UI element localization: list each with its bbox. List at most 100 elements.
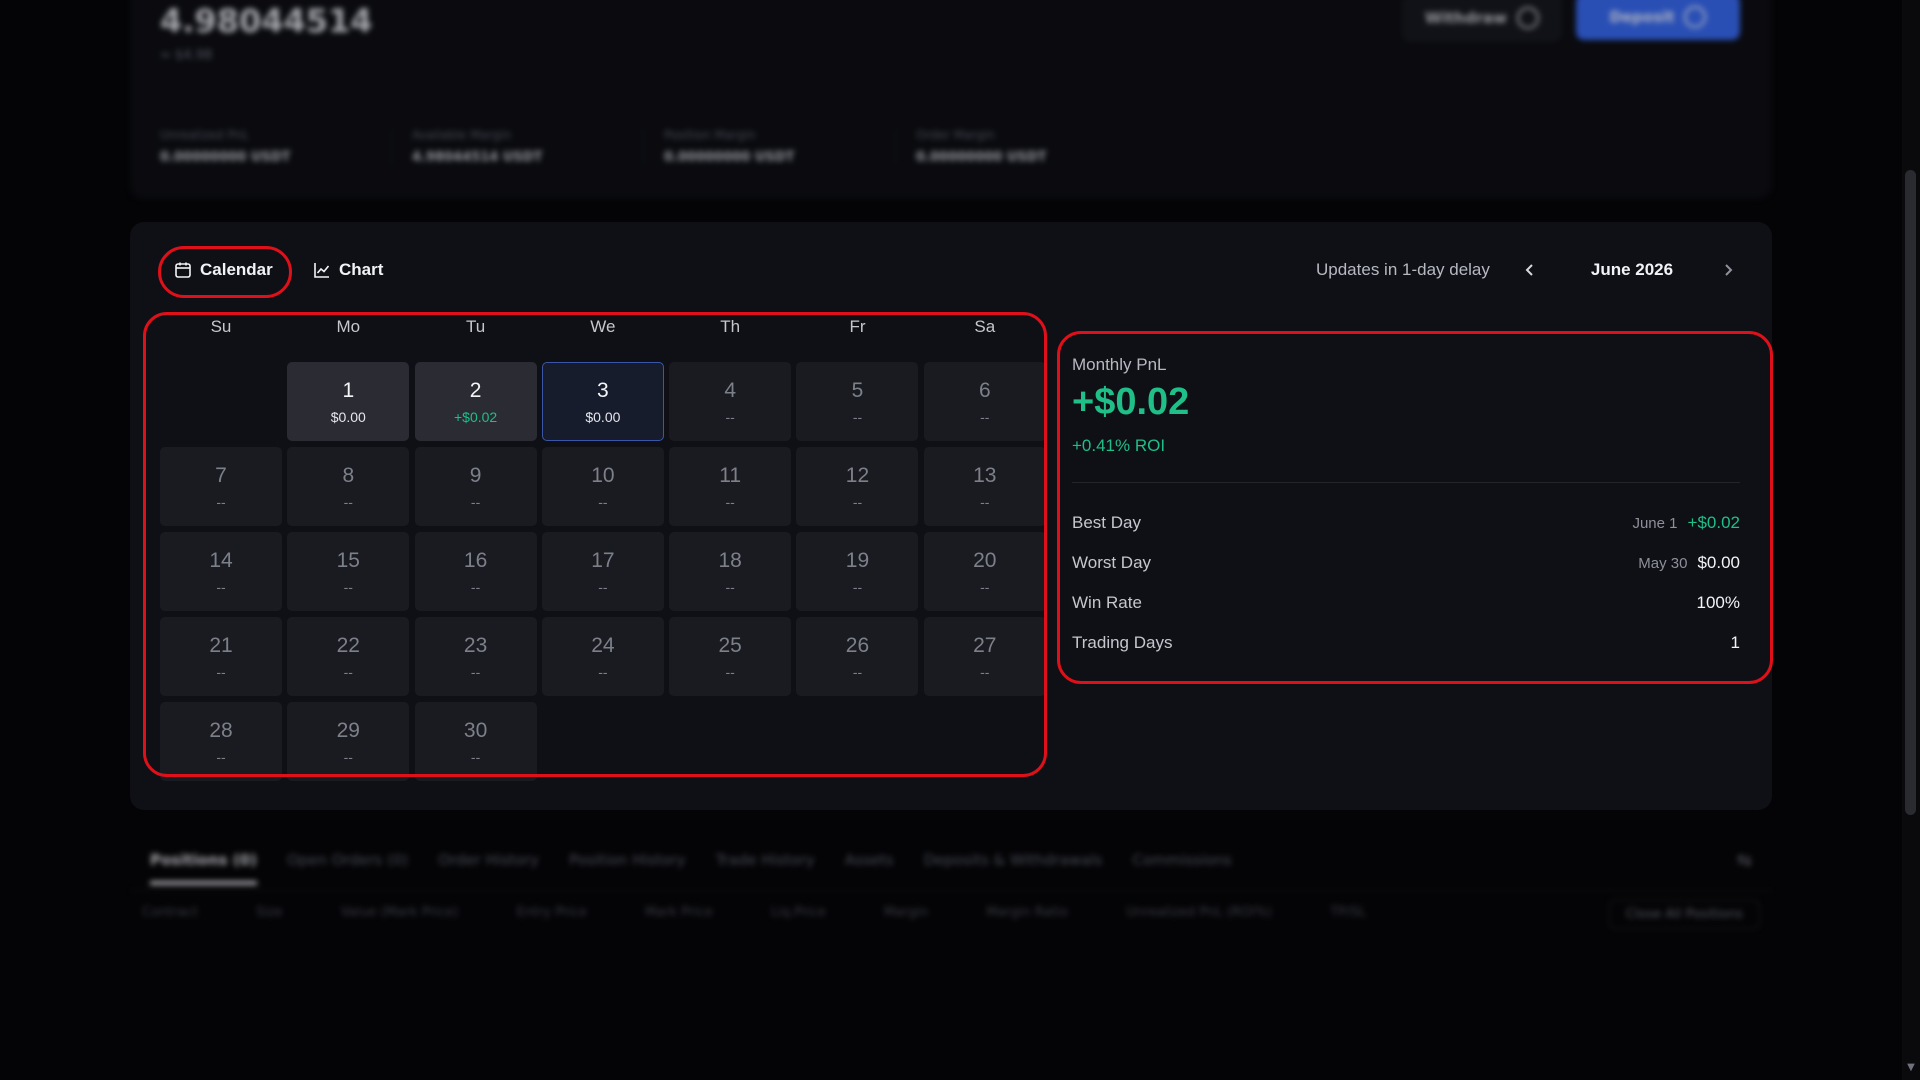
weekday-label: We <box>590 317 616 336</box>
calendar-day-number: 30 <box>463 718 488 742</box>
positions-tab[interactable]: Order History <box>438 851 539 869</box>
calendar-day-number: 19 <box>845 548 870 572</box>
pnl-panel: Calendar Chart Updates in 1-day delay Ju… <box>130 222 1772 810</box>
calendar-day[interactable]: 10 -- <box>541 447 664 526</box>
calendar-day[interactable]: 19 -- <box>796 532 919 611</box>
stat-value: 100% <box>1696 593 1740 612</box>
tab-chart[interactable]: Chart <box>313 250 383 290</box>
calendar-day-pnl: -- <box>852 408 863 425</box>
positions-tab[interactable]: Positions (0) <box>150 851 257 885</box>
calendar-day-number: 17 <box>591 548 615 572</box>
calendar-day-number: 13 <box>973 463 997 487</box>
calendar-day[interactable]: 3 $0.00 <box>541 362 664 441</box>
metric-label: Position Margin <box>664 128 756 142</box>
metric-available-margin: Available Margin 4.98044514 USDT <box>412 128 644 165</box>
weekday-label: Fr <box>849 317 866 336</box>
calendar-day-pnl: -- <box>216 493 226 510</box>
positions-column-header: Value (Mark Price) <box>340 905 459 920</box>
calendar-day[interactable]: 8 -- <box>287 447 410 526</box>
scroll-down-arrow[interactable]: ▼ <box>1903 1062 1919 1078</box>
calendar-day[interactable]: 6 -- <box>923 362 1046 441</box>
calendar-day[interactable]: 11 -- <box>669 447 792 526</box>
tab-calendar[interactable]: Calendar <box>160 250 286 290</box>
calendar-day[interactable]: 27 -- <box>923 617 1046 696</box>
calendar-day-pnl: -- <box>725 493 735 510</box>
calendar-icon <box>175 262 191 278</box>
positions-tab[interactable]: Position History <box>569 851 686 869</box>
calendar-day[interactable]: 23 -- <box>414 617 537 696</box>
positions-columns: Contract Size Value (Mark Price) Entry Pric… <box>130 905 1772 920</box>
monthly-summary: Monthly PnL +$0.02 +0.41% ROI Best Day J… <box>1072 355 1740 663</box>
calendar-day[interactable]: 17 -- <box>541 532 664 611</box>
weekday-header: Su Mo Tu We Th Fr Sa <box>160 312 1040 358</box>
calendar-day-pnl: -- <box>343 748 353 765</box>
calendar-day-pnl: -- <box>343 663 353 680</box>
calendar-day[interactable]: 18 -- <box>669 532 792 611</box>
positions-area: Positions (0) Open Orders (0) Order Histor… <box>130 840 1772 1040</box>
positions-tab[interactable]: Commissions <box>1132 851 1231 869</box>
calendar-day-number: 25 <box>718 633 742 657</box>
metric-value: 4.98044514 USDT <box>412 150 543 165</box>
calendar-day[interactable]: 16 -- <box>414 532 537 611</box>
chevron-right-icon[interactable] <box>1716 258 1740 282</box>
calendar-day[interactable]: 2 +$0.02 <box>414 362 537 441</box>
calendar-day[interactable]: 29 -- <box>287 702 410 781</box>
calendar-day-number: 12 <box>845 463 870 487</box>
calendar-day-number: 14 <box>209 548 233 572</box>
calendar-day[interactable]: 26 -- <box>796 617 919 696</box>
positions-tab[interactable]: Deposits & Withdrawals <box>924 851 1103 869</box>
calendar-day[interactable]: 21 -- <box>160 617 282 696</box>
stat-label: Trading Days <box>1072 633 1173 652</box>
close-all-positions-button[interactable]: Close All Positions <box>1608 900 1760 929</box>
calendar-day-number: 1 <box>342 378 355 402</box>
stat-label: Best Day <box>1072 513 1141 532</box>
calendar-day-number: 6 <box>978 378 991 402</box>
stat-value: 1 <box>1730 633 1740 652</box>
calendar-day[interactable]: 22 -- <box>287 617 410 696</box>
calendar-day-number: 8 <box>342 463 355 487</box>
positions-tab[interactable]: Assets <box>845 851 894 869</box>
stat-label: Win Rate <box>1072 593 1142 612</box>
calendar-day[interactable]: 24 -- <box>541 617 664 696</box>
calendar-day-number: 16 <box>463 548 488 572</box>
positions-column-header: Margin Ratio <box>986 905 1069 920</box>
metric-value: 0.00000000 USDT <box>160 150 291 165</box>
metric-label: Order Margin <box>916 128 995 142</box>
calendar-day-number: 28 <box>209 718 233 742</box>
positions-tab[interactable]: Trade History <box>716 851 815 869</box>
positions-tab[interactable]: Open Orders (0) <box>287 851 408 869</box>
calendar-day[interactable]: 5 -- <box>796 362 919 441</box>
calendar-day-number: 22 <box>336 633 360 657</box>
calendar-day-number: 24 <box>591 633 615 657</box>
calendar-day-number: 4 <box>724 378 737 402</box>
calendar-day-number: 27 <box>973 633 997 657</box>
calendar-day[interactable]: 1 $0.00 <box>287 362 410 441</box>
calendar-day-pnl: -- <box>980 493 990 510</box>
calendar-day[interactable]: 15 -- <box>287 532 410 611</box>
calendar-day[interactable]: 14 -- <box>160 532 282 611</box>
calendar-day[interactable]: 4 -- <box>669 362 792 441</box>
calendar-day-number: 3 <box>597 378 609 402</box>
withdraw-button[interactable]: Withdraw <box>1402 0 1562 42</box>
calendar-day[interactable]: 30 -- <box>414 702 537 781</box>
settings-icon[interactable]: ⇆ <box>1737 850 1752 871</box>
metric-label: Available Margin <box>412 128 512 142</box>
calendar-day[interactable]: 13 -- <box>923 447 1046 526</box>
metric-order-margin: Order Margin 0.00000000 USDT <box>916 128 1148 165</box>
calendar-day-pnl: -- <box>470 493 481 510</box>
scrollbar-thumb[interactable] <box>1905 170 1916 815</box>
calendar-day[interactable]: 20 -- <box>923 532 1046 611</box>
calendar-day[interactable]: 25 -- <box>669 617 792 696</box>
calendar-day-pnl: -- <box>216 748 226 765</box>
weekday-label: Mo <box>336 317 361 336</box>
calendar-day[interactable]: 9 -- <box>414 447 537 526</box>
stat-best-day: Best Day June 1 +$0.02 <box>1072 503 1740 543</box>
calendar-day[interactable]: 28 -- <box>160 702 282 781</box>
calendar-day[interactable]: 7 -- <box>160 447 282 526</box>
calendar-day-number: 15 <box>336 548 360 572</box>
calendar-day-number: 10 <box>591 463 615 487</box>
metric-label: Unrealized PnL <box>160 128 249 142</box>
metric-position-margin: Position Margin 0.00000000 USDT <box>664 128 896 165</box>
calendar-day[interactable]: 12 -- <box>796 447 919 526</box>
deposit-button[interactable]: Deposit <box>1576 0 1740 40</box>
